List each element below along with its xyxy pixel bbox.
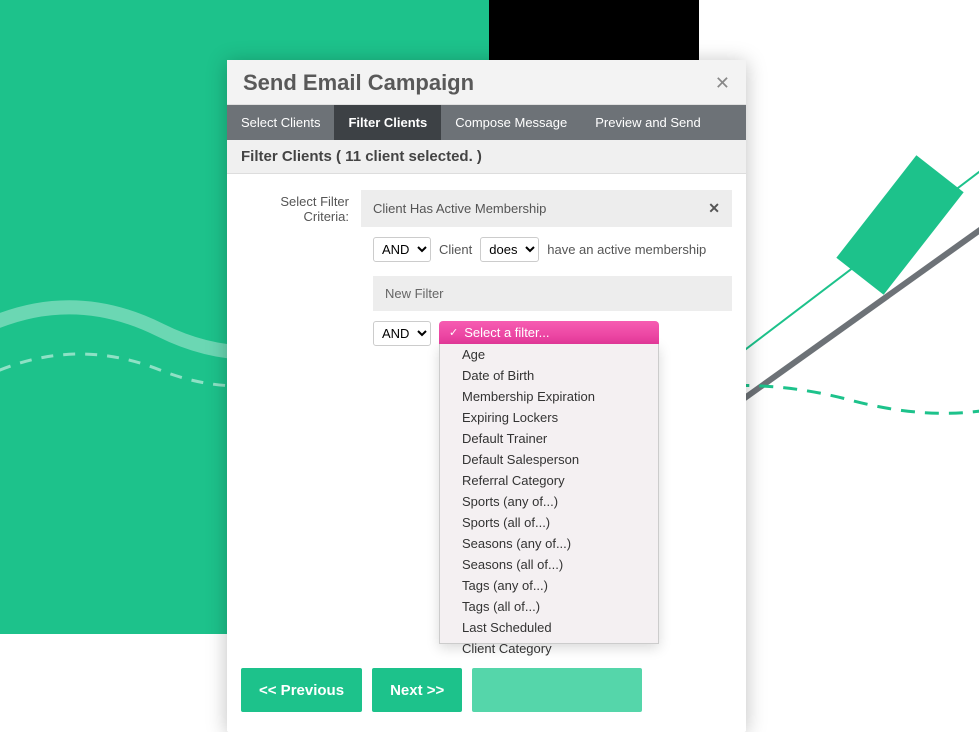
filter-option[interactable]: Age xyxy=(440,344,658,365)
filter-option[interactable]: Expiring Lockers xyxy=(440,407,658,428)
filter-option[interactable]: Membership Expiration xyxy=(440,386,658,407)
filter-option[interactable]: Client Category xyxy=(440,638,658,659)
filter-option[interactable]: Last Scheduled xyxy=(440,617,658,638)
close-icon[interactable]: ✕ xyxy=(715,73,730,94)
active-filter-box: Client Has Active Membership ✕ xyxy=(361,190,732,227)
filter-option[interactable]: Default Salesperson xyxy=(440,449,658,470)
criteria-label: Select Filter Criteria: xyxy=(241,194,361,224)
tab-preview-send[interactable]: Preview and Send xyxy=(581,105,715,140)
client-word: Client xyxy=(439,242,472,257)
tab-filter-clients[interactable]: Filter Clients xyxy=(334,105,441,140)
next-button[interactable]: Next >> xyxy=(372,668,462,712)
modal-header: Send Email Campaign ✕ xyxy=(227,60,746,105)
dropdown-list: Age Date of Birth Membership Expiration … xyxy=(439,344,659,644)
tab-bar: Select Clients Filter Clients Compose Me… xyxy=(227,105,746,140)
filter-option[interactable]: Sports (all of...) xyxy=(440,512,658,533)
modal-title: Send Email Campaign xyxy=(243,70,474,96)
filter-option[interactable]: Tags (all of...) xyxy=(440,596,658,617)
filter-option[interactable]: Seasons (all of...) xyxy=(440,554,658,575)
button-row: << Previous Next >> xyxy=(227,664,746,732)
filter-option[interactable]: Seasons (any of...) xyxy=(440,533,658,554)
section-header: Filter Clients ( 11 client selected. ) xyxy=(227,140,746,174)
does-select[interactable]: does xyxy=(480,237,539,262)
previous-button[interactable]: << Previous xyxy=(241,668,362,712)
tab-compose-message[interactable]: Compose Message xyxy=(441,105,581,140)
filter-option[interactable]: Date of Birth xyxy=(440,365,658,386)
condition-row: AND Client does have an active membershi… xyxy=(373,237,732,262)
filter-content: Select Filter Criteria: Client Has Activ… xyxy=(227,174,746,664)
logic-operator-select-2[interactable]: AND xyxy=(373,321,431,346)
filter-type-dropdown[interactable]: ✓ Select a filter... Age Date of Birth M… xyxy=(439,321,659,644)
check-icon: ✓ xyxy=(449,326,458,339)
send-campaign-modal: Send Email Campaign ✕ Select Clients Fil… xyxy=(227,60,746,732)
remove-filter-icon[interactable]: ✕ xyxy=(708,200,720,217)
filter-option[interactable]: Tags (any of...) xyxy=(440,575,658,596)
hidden-action-button[interactable] xyxy=(472,668,642,712)
filter-option[interactable]: Default Trainer xyxy=(440,428,658,449)
filter-option[interactable]: Referral Category xyxy=(440,470,658,491)
active-filter-text: Client Has Active Membership xyxy=(373,201,546,216)
dropdown-placeholder: Select a filter... xyxy=(464,325,549,340)
membership-text: have an active membership xyxy=(547,242,706,257)
logic-operator-select[interactable]: AND xyxy=(373,237,431,262)
dropdown-selected-row[interactable]: ✓ Select a filter... xyxy=(439,321,659,344)
tab-select-clients[interactable]: Select Clients xyxy=(227,105,334,140)
new-filter-box: New Filter xyxy=(373,276,732,311)
filter-option[interactable]: Sports (any of...) xyxy=(440,491,658,512)
